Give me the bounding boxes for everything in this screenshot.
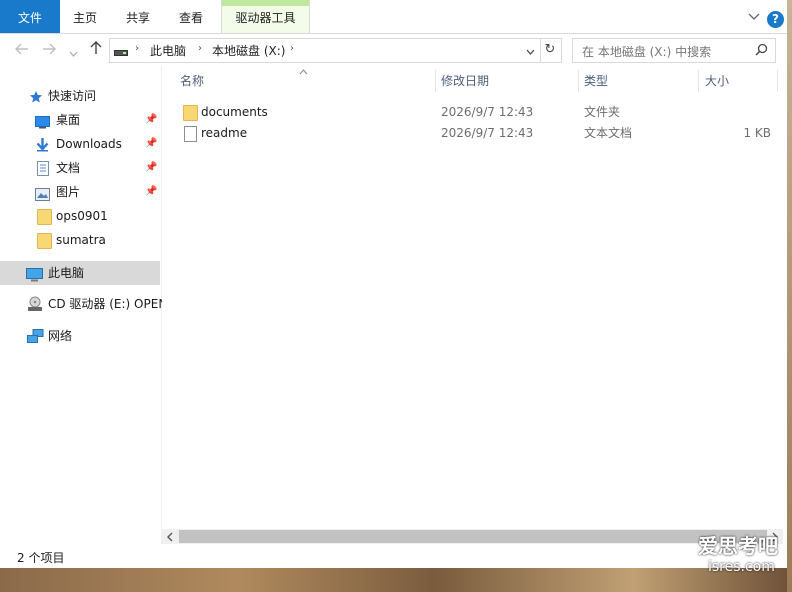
up-arrow-icon[interactable] [87,41,105,59]
search-icon[interactable] [755,43,768,59]
tab-drive-tools[interactable]: 驱动器工具 [221,0,310,33]
folder-icon [183,105,198,121]
sidebar-item-downloads[interactable]: Downloads 📌 [0,132,160,156]
help-icon[interactable]: ? [767,11,784,28]
sidebar-item-pictures[interactable]: 图片 📌 [0,180,160,204]
search-placeholder: 在 本地磁盘 (X:) 中搜索 [582,45,712,59]
cd-drive-icon [27,296,43,320]
contextual-tab-stripe [222,0,309,6]
tab-share[interactable]: 共享 [112,0,164,33]
sidebar-item-label: Downloads [56,137,122,151]
column-header-name[interactable]: 名称 [180,72,204,89]
column-header-modified[interactable]: 修改日期 [441,72,489,89]
navigation-bar: › 此电脑 › 本地磁盘 (X:) › ↻ 在 本地磁盘 (X:) 中搜索 [0,34,792,66]
tab-drive-tools-label: 驱动器工具 [235,11,296,25]
address-dropdown-chevron-icon[interactable] [526,45,535,59]
text-file-icon [184,126,197,142]
file-modified: 2026/9/7 12:43 [441,105,534,119]
sidebar-item-sumatra[interactable]: sumatra [0,228,160,252]
column-divider[interactable] [777,70,778,92]
sidebar-item-documents[interactable]: 文档 📌 [0,156,160,180]
drive-icon [114,46,128,60]
item-count: 2 个项目 [17,551,65,565]
sidebar-item-label: 桌面 [56,113,81,127]
column-divider[interactable] [578,70,579,92]
folder-icon [37,209,52,225]
file-modified: 2026/9/7 12:43 [441,126,534,140]
watermark-text: 爱思考吧 [698,534,778,558]
breadcrumb-separator-icon[interactable]: › [135,43,139,54]
sidebar-item-quick-access[interactable]: 快速访问 [0,84,160,108]
sidebar-item-label: 图片 [56,185,81,199]
ribbon: 文件 主页 共享 查看 驱动器工具 ? [0,0,792,34]
sort-ascending-icon [299,64,308,78]
sidebar-item-cd-drive[interactable]: CD 驱动器 (E:) OPEN [0,292,167,316]
tab-file[interactable]: 文件 [0,0,60,33]
watermark-url: isres.com [708,559,775,575]
column-header-size[interactable]: 大小 [705,72,729,89]
file-type: 文件夹 [584,105,621,119]
file-name: documents [201,105,268,119]
pin-icon: 📌 [145,162,158,173]
sidebar-item-label: 此电脑 [48,266,85,280]
desktop-background [0,568,792,592]
forward-arrow-icon[interactable] [40,41,58,59]
column-divider[interactable] [435,70,436,92]
network-icon [27,328,44,352]
column-divider[interactable] [698,70,699,92]
refresh-icon[interactable]: ↻ [539,38,562,63]
file-size: 1 KB [743,126,771,140]
scroll-left-arrow-icon[interactable] [166,531,174,545]
pin-icon: 📌 [145,186,158,197]
tab-view[interactable]: 查看 [166,0,216,33]
tab-home[interactable]: 主页 [60,0,110,33]
breadcrumb-separator-icon[interactable]: › [290,43,294,54]
back-arrow-icon[interactable] [13,41,31,59]
file-row-readme[interactable]: readme 2026/9/7 12:43 文本文档 1 KB [178,123,776,144]
sidebar-item-label: 文档 [56,161,81,175]
folder-icon [37,233,52,249]
file-type: 文本文档 [584,126,633,140]
breadcrumb-local-disk[interactable]: 本地磁盘 (X:) [212,42,285,59]
pin-icon: 📌 [145,114,158,125]
sidebar-item-label: ops0901 [56,209,108,223]
file-row-documents[interactable]: documents 2026/9/7 12:43 文件夹 [178,102,776,123]
sidebar-item-this-pc[interactable]: 此电脑 [0,261,160,285]
sidebar-item-label: sumatra [56,233,106,247]
breadcrumb-separator-icon[interactable]: › [198,43,202,54]
expand-ribbon-chevron-icon[interactable] [748,10,760,24]
search-input[interactable]: 在 本地磁盘 (X:) 中搜索 [572,38,776,63]
pin-icon: 📌 [145,138,158,149]
address-bar[interactable]: › 此电脑 › 本地磁盘 (X:) › [109,38,541,63]
computer-icon [26,266,43,290]
status-bar: 2 个项目 [0,544,787,568]
sidebar-item-ops0901[interactable]: ops0901 [0,204,160,228]
breadcrumb-this-pc[interactable]: 此电脑 [150,42,186,59]
recent-locations-chevron-icon[interactable] [64,44,82,62]
file-list: 名称 修改日期 类型 大小 documents 2026/9/7 12:43 文… [162,66,792,544]
sidebar-item-desktop[interactable]: 桌面 📌 [0,108,160,132]
sidebar-item-label: CD 驱动器 (E:) OPEN [48,297,168,311]
sidebar-item-label: 快速访问 [48,89,97,103]
navigation-pane: 快速访问 桌面 📌 Downloads 📌 文档 📌 图片 📌 ops0901 … [0,66,167,544]
horizontal-scrollbar[interactable] [162,529,783,544]
file-name: readme [201,126,248,140]
desktop-background-edge [787,0,792,592]
sidebar-item-network[interactable]: 网络 [0,324,160,348]
scrollbar-thumb[interactable] [179,530,767,543]
column-header-type[interactable]: 类型 [584,72,608,89]
sidebar-item-label: 网络 [48,329,73,343]
